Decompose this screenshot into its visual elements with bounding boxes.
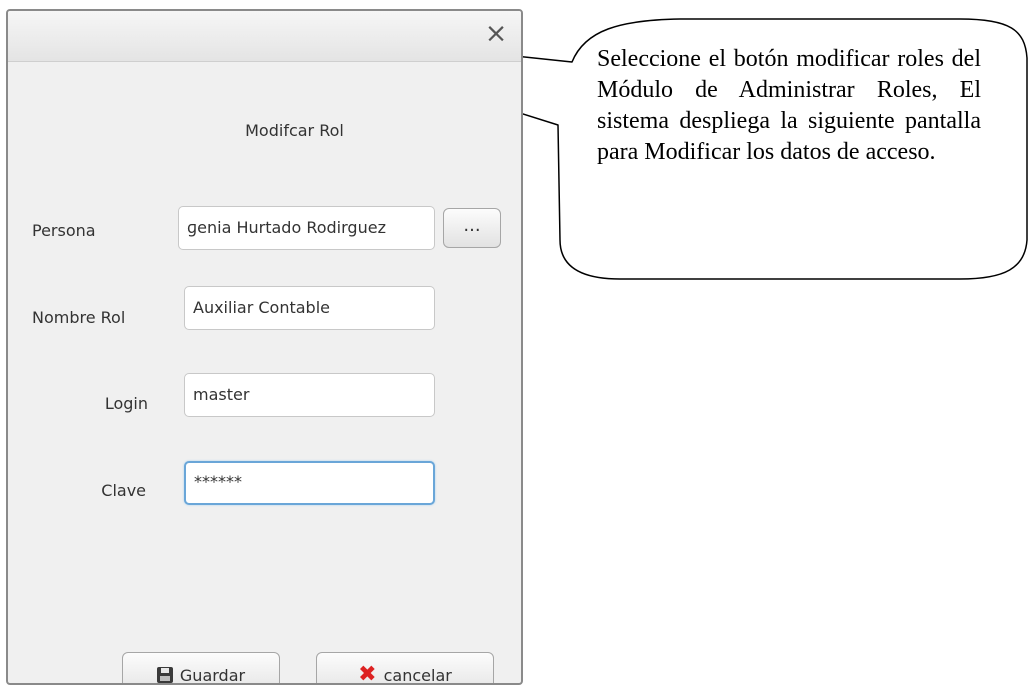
red-x-icon: ✖	[358, 662, 377, 685]
clave-label: Clave	[101, 481, 146, 500]
guardar-label: Guardar	[179, 665, 246, 685]
guardar-button[interactable]: Guardar	[122, 652, 280, 685]
persona-field[interactable]: ɡenia Hurtado Rodirguez	[178, 206, 435, 250]
floppy-disk-icon	[156, 667, 173, 683]
cancelar-label: cancelar	[383, 665, 452, 685]
cancelar-button[interactable]: ✖ cancelar	[316, 652, 494, 685]
dialog-title: Modifcar Rol	[245, 121, 344, 140]
persona-label: Persona	[32, 221, 96, 240]
dialog-titlebar: ×	[8, 11, 521, 62]
modify-role-dialog: × Modifcar Rol Persona ɡenia Hurtado Rod…	[6, 9, 523, 685]
browse-persona-button[interactable]: ...	[443, 208, 501, 248]
callout-text: Seleccione el botón modificar roles del …	[597, 46, 981, 165]
clave-password-field[interactable]: ******	[184, 461, 435, 505]
nombre-rol-field[interactable]: Auxiliar Contable	[184, 286, 435, 330]
login-field[interactable]: master	[184, 373, 435, 417]
login-label: Login	[104, 394, 148, 413]
close-button[interactable]: ×	[481, 19, 511, 49]
nombre-rol-label: Nombre Rol	[32, 308, 126, 327]
